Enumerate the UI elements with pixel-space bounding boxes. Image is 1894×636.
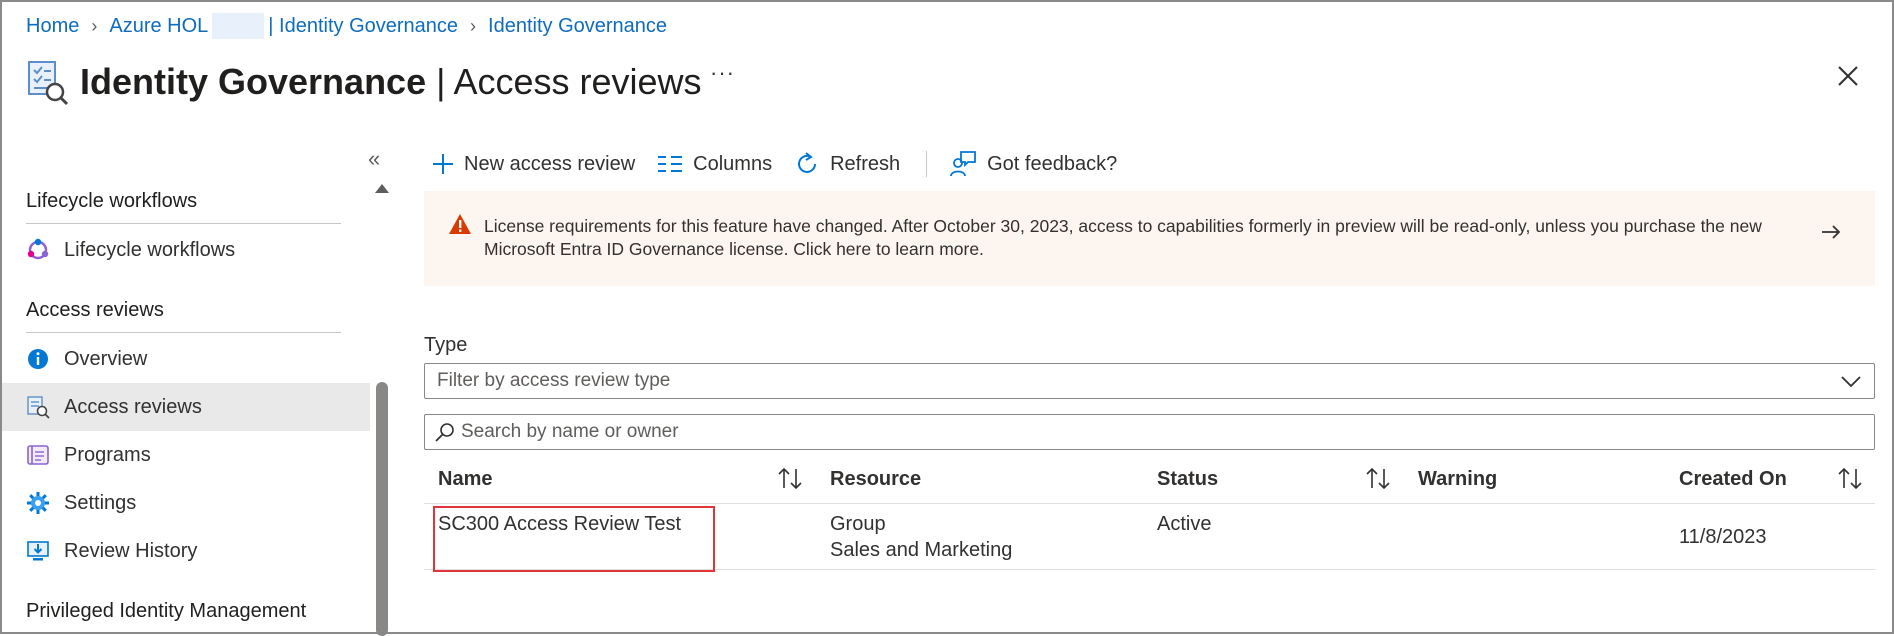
search-icon — [435, 423, 454, 442]
type-filter-dropdown[interactable]: Filter by access review type — [424, 363, 1875, 399]
columns-label: Columns — [693, 152, 773, 175]
sidebar-item-label: Lifecycle workflows — [64, 238, 236, 261]
close-icon[interactable] — [1834, 62, 1862, 90]
refresh-icon — [798, 152, 817, 173]
monitor-download-icon — [26, 539, 50, 563]
access-review-icon — [28, 61, 69, 106]
column-header-status[interactable]: Status — [1157, 468, 1218, 491]
sidebar-item-programs[interactable]: Programs — [2, 431, 370, 479]
search-input[interactable] — [461, 421, 1841, 443]
sidebar-section-lifecycle: Lifecycle workflows — [26, 190, 198, 212]
column-header-name[interactable]: Name — [438, 468, 492, 491]
sidebar-item-label: Programs — [64, 443, 151, 466]
sidebar-item-label: Overview — [64, 347, 148, 370]
sidebar-scrollbar[interactable] — [376, 382, 388, 636]
column-header-created-on[interactable]: Created On — [1679, 468, 1787, 491]
new-access-review-label: New access review — [464, 152, 636, 175]
plus-icon — [433, 154, 453, 174]
arrow-right-icon[interactable] — [1820, 223, 1842, 241]
license-banner[interactable]: License requirements for this feature ha… — [424, 191, 1875, 286]
warning-icon — [449, 214, 471, 234]
column-header-warning[interactable]: Warning — [1418, 468, 1497, 491]
sort-icon[interactable] — [776, 466, 804, 492]
redacted-block — [212, 13, 265, 39]
page-title-separator: | — [426, 61, 454, 102]
cell-resource-name: Sales and Marketing — [830, 539, 1013, 561]
info-icon — [26, 347, 50, 371]
page-header: Identity Governance | Access reviews — [26, 54, 702, 110]
access-review-icon — [26, 395, 50, 419]
columns-icon — [658, 156, 683, 172]
page-title: Identity Governance | Access reviews — [80, 61, 702, 103]
page-title-sub: Access reviews — [453, 61, 702, 102]
highlight-box — [433, 506, 715, 572]
refresh-button[interactable]: Refresh — [794, 151, 900, 177]
scroll-up-arrow[interactable] — [375, 184, 389, 193]
sidebar-item-settings[interactable]: Settings — [2, 479, 370, 527]
column-header-resource[interactable]: Resource — [830, 468, 921, 491]
breadcrumb: Home › Azure HOL | Identity Governance ›… — [26, 12, 667, 40]
cell-resource-type: Group — [830, 513, 886, 535]
sidebar-divider — [26, 223, 341, 224]
lifecycle-icon — [26, 238, 50, 262]
chevron-right-icon: › — [470, 15, 477, 36]
sidebar-item-lifecycle-workflows[interactable]: Lifecycle workflows — [2, 226, 370, 274]
cell-status: Active — [1157, 513, 1212, 535]
sidebar-item-review-history[interactable]: Review History — [2, 527, 370, 575]
sidebar-item-label: Access reviews — [64, 395, 202, 418]
sidebar-divider — [26, 332, 341, 333]
breadcrumb-azure-hol[interactable]: Azure HOL — [109, 15, 208, 38]
breadcrumb-identity-governance[interactable]: Identity Governance — [488, 15, 667, 38]
access-reviews-table: Name Resource Status Warning Created On — [424, 458, 1875, 572]
sidebar-section-access-reviews: Access reviews — [26, 299, 164, 321]
page-title-main: Identity Governance — [80, 61, 427, 102]
type-filter-label: Type — [424, 334, 468, 356]
cell-created-on: 11/8/2023 — [1679, 526, 1767, 548]
command-bar: New access review Columns Refresh Got fe… — [432, 148, 1139, 180]
sidebar-item-access-reviews[interactable]: Access reviews — [2, 383, 370, 431]
columns-button[interactable]: Columns — [657, 153, 772, 176]
chevron-right-icon: › — [91, 15, 98, 36]
search-box — [424, 414, 1875, 450]
toolbar-divider — [926, 151, 928, 177]
gear-icon — [26, 491, 50, 515]
type-filter-placeholder: Filter by access review type — [437, 370, 671, 391]
new-access-review-button[interactable]: New access review — [432, 153, 635, 176]
collapse-sidebar-button[interactable]: « — [368, 146, 380, 172]
more-options-button[interactable]: ··· — [710, 60, 735, 86]
feedback-icon — [950, 151, 977, 177]
programs-icon — [26, 443, 50, 467]
refresh-label: Refresh — [830, 152, 901, 175]
sidebar-item-label: Settings — [64, 491, 137, 514]
sort-icon[interactable] — [1364, 466, 1392, 492]
banner-message: License requirements for this feature ha… — [484, 216, 1762, 259]
sidebar-section-pim: Privileged Identity Management — [26, 600, 307, 622]
breadcrumb-tenant-identity-governance[interactable]: | Identity Governance — [268, 15, 458, 38]
table-header: Name Resource Status Warning Created On — [424, 458, 1875, 504]
breadcrumb-home[interactable]: Home — [26, 15, 79, 38]
sort-icon[interactable] — [1836, 466, 1864, 492]
sidebar-item-label: Review History — [64, 539, 198, 562]
feedback-button[interactable]: Got feedback? — [949, 150, 1117, 178]
chevron-down-icon — [1841, 376, 1861, 388]
sidebar-item-overview[interactable]: Overview — [2, 335, 370, 383]
window-frame: Home › Azure HOL | Identity Governance ›… — [0, 0, 1894, 636]
feedback-label: Got feedback? — [987, 152, 1118, 175]
